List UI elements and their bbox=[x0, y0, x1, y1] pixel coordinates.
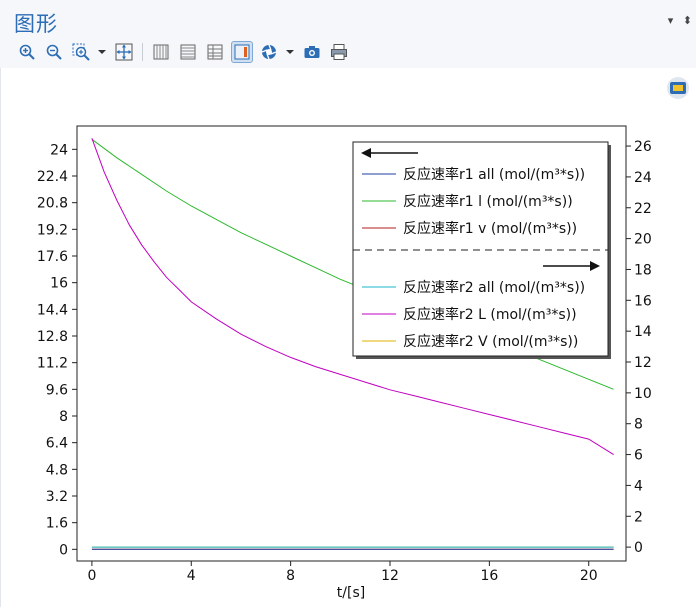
right-y-tick-label: 16 bbox=[634, 293, 652, 309]
legend-label: 反应速率r2 L (mol/(m³*s)) bbox=[403, 306, 577, 323]
right-y-axis: 02468101214161820222426 bbox=[626, 139, 652, 556]
x-tick-label: 12 bbox=[381, 568, 399, 584]
right-y-tick-label: 20 bbox=[634, 232, 652, 248]
legend-label: 反应速率r1 all (mol/(m³*s)) bbox=[403, 166, 585, 183]
left-y-axis: 0 1.6 3.2 4.8 6.4 8 9.6 11.2 12.8 14.4 16 17.6 19.2 2… bbox=[37, 142, 77, 558]
legend: 反应速率r1 all (mol/(m³*s)) 反应速率r1 l (mol/(m³… bbox=[352, 141, 611, 359]
left-y-tick-label: 19.2 bbox=[37, 222, 68, 238]
x-tick-label: 4 bbox=[187, 568, 196, 584]
right-y-tick-label: 4 bbox=[634, 478, 643, 494]
right-y-tick-label: 26 bbox=[634, 139, 652, 155]
x-tick-label: 0 bbox=[87, 568, 96, 584]
left-y-tick-label: 1.6 bbox=[46, 516, 68, 532]
left-y-tick-label: 4.8 bbox=[46, 462, 68, 478]
left-y-tick-label: 12.8 bbox=[37, 329, 68, 345]
left-y-tick-label: 8 bbox=[59, 409, 68, 425]
right-y-tick-label: 12 bbox=[634, 355, 652, 371]
left-y-tick-label: 9.6 bbox=[46, 382, 68, 398]
legend-label: 反应速率r2 all (mol/(m³*s)) bbox=[403, 279, 585, 296]
left-y-tick-label: 24 bbox=[50, 142, 68, 158]
x-tick-label: 20 bbox=[580, 568, 598, 584]
right-y-tick-label: 6 bbox=[634, 448, 643, 464]
x-tick-label: 8 bbox=[286, 568, 295, 584]
left-y-tick-label: 16 bbox=[50, 276, 68, 292]
right-y-tick-label: 0 bbox=[634, 540, 643, 556]
right-y-tick-label: 22 bbox=[634, 201, 652, 217]
legend-label: 反应速率r1 v (mol/(m³*s)) bbox=[403, 220, 577, 237]
right-y-tick-label: 8 bbox=[634, 417, 643, 433]
x-axis: 0 4 8 12 16 20 bbox=[87, 561, 598, 584]
left-y-tick-label: 0 bbox=[59, 542, 68, 558]
left-y-tick-label: 22.4 bbox=[37, 169, 68, 185]
right-y-tick-label: 14 bbox=[634, 324, 652, 340]
line-chart: 0 1.6 3.2 4.8 6.4 8 9.6 11.2 12.8 14.4 16 17.6 19.2 2… bbox=[37, 125, 652, 601]
legend-label: 反应速率r2 V (mol/(m³*s)) bbox=[403, 333, 578, 350]
legend-label: 反应速率r1 l (mol/(m³*s)) bbox=[403, 193, 573, 210]
x-tick-label: 16 bbox=[480, 568, 498, 584]
left-y-tick-label: 14.4 bbox=[37, 302, 68, 318]
right-y-tick-label: 24 bbox=[634, 170, 652, 186]
x-axis-label: t/[s] bbox=[337, 585, 365, 601]
right-y-tick-label: 2 bbox=[634, 509, 643, 525]
left-y-tick-label: 20.8 bbox=[37, 196, 68, 212]
left-y-tick-label: 3.2 bbox=[46, 489, 68, 505]
right-y-tick-label: 10 bbox=[634, 386, 652, 402]
right-y-tick-label: 18 bbox=[634, 262, 652, 278]
left-y-tick-label: 11.2 bbox=[37, 356, 68, 372]
left-y-tick-label: 6.4 bbox=[46, 436, 68, 452]
left-y-tick-label: 17.6 bbox=[37, 249, 68, 265]
